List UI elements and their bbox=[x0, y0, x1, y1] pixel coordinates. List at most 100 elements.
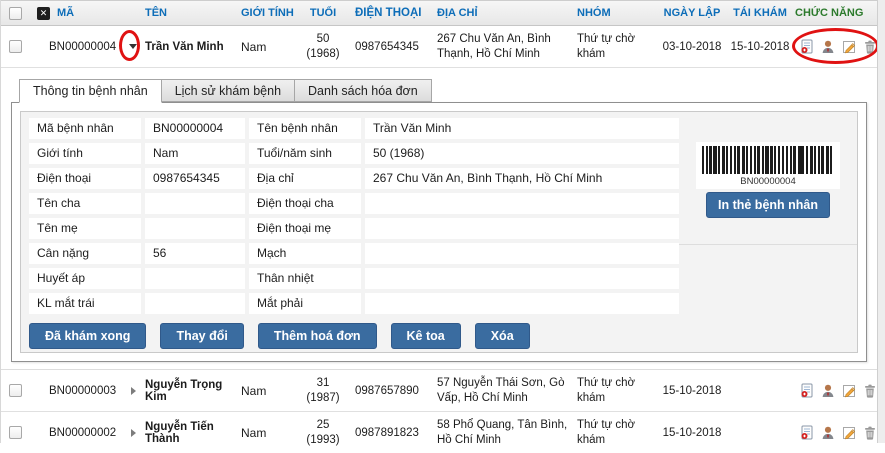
tab-thong-tin-benh-nhan[interactable]: Thông tin bệnh nhân bbox=[19, 79, 162, 103]
column-header-tuoi[interactable]: TUỔI bbox=[299, 5, 347, 21]
column-header-chuc-nang: CHỨC NĂNG bbox=[793, 5, 877, 21]
revisit-date bbox=[727, 389, 793, 393]
edit-icon[interactable] bbox=[841, 425, 857, 441]
report-icon[interactable] bbox=[799, 425, 815, 441]
field-value: 50 (1968) bbox=[365, 143, 679, 164]
field-value: 267 Chu Văn An, Bình Thạnh, Hồ Chí Minh bbox=[365, 168, 679, 189]
column-header-ngay-lap[interactable]: NGÀY LẬP bbox=[657, 5, 727, 21]
prescribe-button[interactable]: Kê toa bbox=[391, 323, 461, 349]
tab-danh-sach-hoa-don[interactable]: Danh sách hóa đơn bbox=[295, 79, 432, 102]
close-icon[interactable]: ✕ bbox=[37, 7, 50, 20]
field-label: Thân nhiệt bbox=[249, 268, 361, 289]
field-value: BN00000004 bbox=[145, 118, 245, 139]
patient-address: 267 Chu Văn An, Bình Thạnh, Hồ Chí Minh bbox=[435, 30, 575, 64]
field-label: KL mắt trái bbox=[29, 293, 141, 314]
column-header-ten[interactable]: TÊN bbox=[143, 5, 239, 21]
column-header-tai-kham[interactable]: TÁI KHÁM bbox=[727, 5, 793, 21]
row-actions bbox=[793, 412, 878, 453]
delete-button[interactable]: Xóa bbox=[475, 323, 530, 349]
patient-age: 31 (1987) bbox=[299, 376, 347, 405]
edit-icon[interactable] bbox=[841, 39, 857, 55]
patient-code: BN00000002 bbox=[31, 425, 123, 441]
field-value bbox=[365, 243, 679, 264]
field-value: Trần Văn Minh bbox=[365, 118, 679, 139]
table-row: BN00000002 Nguyễn Tiến Thành Nam 25 (199… bbox=[1, 412, 877, 453]
field-label: Tên bệnh nhân bbox=[249, 118, 361, 139]
patient-code: BN00000003 bbox=[31, 383, 123, 399]
column-header-nhom[interactable]: NHÓM bbox=[575, 5, 657, 21]
select-all-checkbox[interactable] bbox=[9, 7, 22, 20]
created-date: 03-10-2018 bbox=[657, 39, 727, 55]
field-value bbox=[365, 268, 679, 289]
patient-management-table: ✕ MÃ TÊN GIỚI TÍNH TUỔI ĐIỆN THOẠI ĐỊA C… bbox=[0, 0, 877, 443]
patient-group: Thứ tự chờ khám bbox=[575, 30, 657, 64]
barcode-panel: BN00000004 In thẻ bệnh nhân bbox=[679, 118, 857, 314]
field-value bbox=[365, 193, 679, 214]
field-value bbox=[145, 218, 245, 239]
add-invoice-button[interactable]: Thêm hoá đơn bbox=[258, 323, 377, 349]
caret-down-icon[interactable] bbox=[129, 44, 137, 49]
print-patient-card-button[interactable]: In thẻ bệnh nhân bbox=[706, 192, 830, 218]
field-label: Tên cha bbox=[29, 193, 141, 214]
field-value bbox=[145, 193, 245, 214]
table-header-row: ✕ MÃ TÊN GIỚI TÍNH TUỔI ĐIỆN THOẠI ĐỊA C… bbox=[1, 0, 877, 26]
patient-address: 58 Phổ Quang, Tân Bình, Hồ Chí Minh bbox=[435, 416, 575, 450]
scrollbar-track[interactable] bbox=[877, 0, 885, 443]
change-button[interactable]: Thay đổi bbox=[160, 323, 243, 349]
patient-info-panel: Mã bệnh nhân BN00000004 Tên bệnh nhân Tr… bbox=[11, 102, 867, 362]
detail-tabs: Thông tin bệnh nhân Lịch sử khám bệnh Da… bbox=[19, 78, 877, 102]
field-value: 0987654345 bbox=[145, 168, 245, 189]
row-checkbox[interactable] bbox=[9, 40, 22, 53]
field-label: Mã bệnh nhân bbox=[29, 118, 141, 139]
expanded-detail-section: Thông tin bệnh nhân Lịch sử khám bệnh Da… bbox=[1, 68, 877, 370]
patient-barcode: BN00000004 bbox=[696, 142, 840, 189]
trash-icon[interactable] bbox=[862, 39, 878, 55]
field-label: Địa chỉ bbox=[249, 168, 361, 189]
revisit-date bbox=[727, 431, 793, 435]
barcode-image bbox=[702, 146, 834, 174]
column-header-dia-chi[interactable]: ĐỊA CHỈ bbox=[435, 5, 575, 21]
trash-icon[interactable] bbox=[862, 425, 878, 441]
row-actions bbox=[793, 370, 878, 411]
field-value bbox=[145, 268, 245, 289]
field-label: Huyết áp bbox=[29, 268, 141, 289]
row-checkbox[interactable] bbox=[9, 426, 22, 439]
barcode-text: BN00000004 bbox=[702, 174, 834, 187]
field-label: Tuổi/năm sinh bbox=[249, 143, 361, 164]
field-value bbox=[365, 218, 679, 239]
report-icon[interactable] bbox=[799, 39, 815, 55]
trash-icon[interactable] bbox=[862, 383, 878, 399]
patient-detail-grid: Mã bệnh nhân BN00000004 Tên bệnh nhân Tr… bbox=[29, 118, 679, 314]
table-row: BN00000003 Nguyễn Trọng Kim Nam 31 (1987… bbox=[1, 370, 877, 412]
patient-icon[interactable] bbox=[820, 39, 836, 55]
created-date: 15-10-2018 bbox=[657, 383, 727, 399]
patient-group: Thứ tự chờ khám bbox=[575, 416, 657, 450]
patient-age: 50 (1968) bbox=[299, 32, 347, 61]
field-label: Giới tính bbox=[29, 143, 141, 164]
row-checkbox[interactable] bbox=[9, 384, 22, 397]
column-header-gioi-tinh[interactable]: GIỚI TÍNH bbox=[239, 5, 299, 21]
patient-icon[interactable] bbox=[820, 425, 836, 441]
field-label: Điện thoại bbox=[29, 168, 141, 189]
detail-action-buttons: Đã khám xong Thay đổi Thêm hoá đơn Kê to… bbox=[21, 314, 857, 349]
field-label: Tên mẹ bbox=[29, 218, 141, 239]
done-exam-button[interactable]: Đã khám xong bbox=[29, 323, 146, 349]
edit-icon[interactable] bbox=[841, 383, 857, 399]
patient-gender: Nam bbox=[239, 382, 299, 400]
caret-right-icon[interactable] bbox=[131, 429, 136, 437]
patient-phone: 0987891823 bbox=[347, 425, 435, 441]
column-header-ma[interactable]: MÃ bbox=[57, 7, 74, 19]
patient-address: 57 Nguyễn Thái Sơn, Gò Vấp, Hồ Chí Minh bbox=[435, 374, 575, 408]
column-header-dien-thoai[interactable]: ĐIỆN THOẠI bbox=[347, 5, 435, 21]
patient-name: Trần Văn Minh bbox=[143, 39, 239, 55]
caret-right-icon[interactable] bbox=[131, 387, 136, 395]
patient-gender: Nam bbox=[239, 38, 299, 56]
patient-icon[interactable] bbox=[820, 383, 836, 399]
report-icon[interactable] bbox=[799, 383, 815, 399]
tab-lich-su-kham-benh[interactable]: Lịch sử khám bệnh bbox=[162, 79, 295, 102]
table-row: BN00000004 Trần Văn Minh Nam 50 (1968) 0… bbox=[1, 26, 877, 68]
field-value bbox=[365, 293, 679, 314]
divider bbox=[679, 244, 857, 245]
field-value: 56 bbox=[145, 243, 245, 264]
field-label: Mắt phải bbox=[249, 293, 361, 314]
